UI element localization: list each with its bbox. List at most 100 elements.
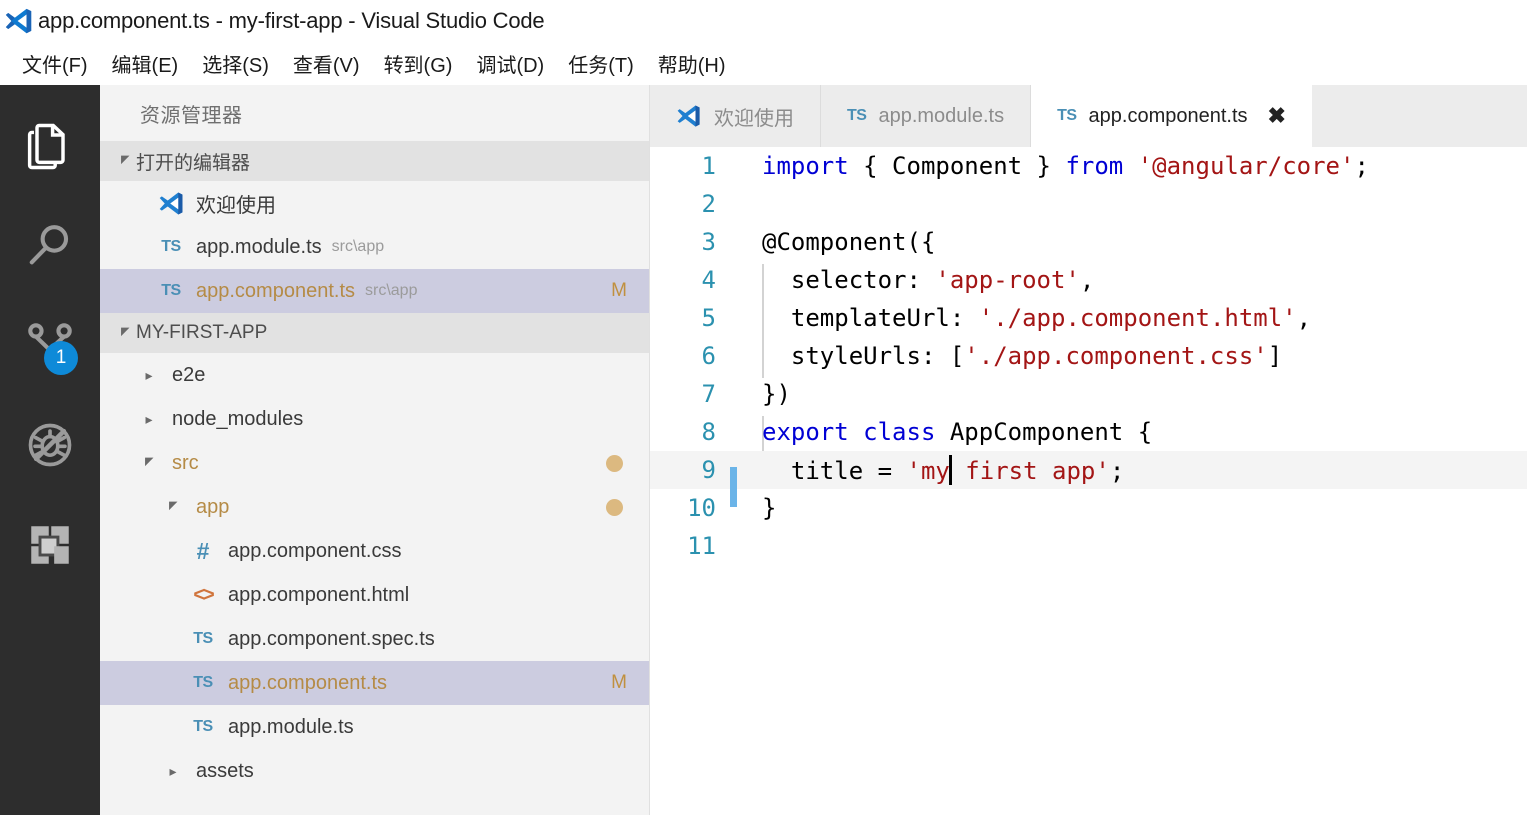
tree-item-label: app.component.spec.ts — [228, 627, 435, 650]
line-number: 9 — [701, 456, 716, 484]
line-number: 8 — [701, 418, 716, 446]
open-editor-label: 欢迎使用 — [196, 194, 276, 217]
activity-item-search[interactable] — [0, 197, 100, 297]
tree-item-app-component-ts[interactable]: TS app.component.ts M — [100, 661, 649, 705]
menu-bar: 文件(F) 编辑(E) 选择(S) 查看(V) 转到(G) 调试(D) 任务(T… — [0, 41, 1527, 85]
tab-welcome[interactable]: 欢迎使用 — [650, 85, 821, 147]
close-icon[interactable]: ✖ — [1268, 105, 1286, 127]
search-magnifier-icon — [24, 219, 76, 276]
menu-go[interactable]: 转到(G) — [372, 47, 465, 80]
tree-item-app-component-css[interactable]: # app.component.css — [100, 529, 649, 573]
code-line: 7 }) — [650, 375, 1527, 413]
chevron-down-icon — [114, 327, 136, 340]
tree-item-app-component-spec-ts[interactable]: TS app.component.spec.ts — [100, 617, 649, 661]
section-open-editors[interactable]: 打开的编辑器 — [100, 141, 649, 181]
line-number: 1 — [701, 152, 716, 180]
token-string: './app.component.css' — [964, 342, 1268, 370]
tree-item-node-modules[interactable]: node_modules — [100, 397, 649, 441]
menu-debug[interactable]: 调试(D) — [464, 47, 556, 80]
html-file-icon: <> — [193, 583, 214, 606]
tree-item-label: app.module.ts — [228, 715, 354, 738]
open-editor-path: src\app — [365, 282, 418, 299]
tree-item-app-component-html[interactable]: <> app.component.html — [100, 573, 649, 617]
token-plain: templateUrl: — [762, 304, 979, 332]
code-line: 3 @Component({ — [650, 223, 1527, 261]
tree-item-src[interactable]: src — [100, 441, 649, 485]
chevron-down-icon — [162, 501, 184, 514]
token-plain: , — [1296, 304, 1312, 332]
line-number: 6 — [701, 342, 716, 370]
menu-view[interactable]: 查看(V) — [281, 47, 372, 80]
code-line: 2 — [650, 185, 1527, 223]
token-string: '@angular/core' — [1137, 152, 1355, 180]
line-number: 10 — [687, 494, 716, 522]
files-explorer-icon — [24, 119, 76, 176]
token-string: first app' — [950, 457, 1110, 485]
code-text: import { Component } from '@angular/core… — [740, 152, 1527, 180]
tab-label: app.component.ts — [1088, 104, 1248, 127]
activity-item-explorer[interactable] — [0, 97, 100, 197]
chevron-right-icon — [162, 763, 184, 780]
vscode-logo-icon — [676, 103, 702, 129]
activity-bar: 1 — [0, 85, 100, 815]
tree-item-app[interactable]: app — [100, 485, 649, 529]
tree-item-label: assets — [196, 759, 254, 782]
tab-app-component-ts[interactable]: TS app.component.ts ✖ — [1031, 85, 1312, 147]
code-text: templateUrl: './app.component.html', — [740, 304, 1527, 332]
window-title: app.component.ts - my-first-app - Visual… — [38, 7, 545, 33]
ts-file-icon: TS — [161, 282, 181, 299]
vscode-logo-icon — [154, 190, 188, 217]
tab-label: app.module.ts — [878, 104, 1005, 127]
code-line: 1 import { Component } from '@angular/co… — [650, 147, 1527, 185]
modified-dot-icon — [606, 498, 623, 516]
tree-item-app-module-ts[interactable]: TS app.module.ts — [100, 705, 649, 749]
line-number: 4 — [701, 266, 716, 294]
code-editor[interactable]: 1 import { Component } from '@angular/co… — [650, 147, 1527, 815]
status-badge: M — [611, 280, 627, 301]
css-file-icon: # — [196, 537, 210, 564]
token-keyword: class — [863, 418, 936, 446]
activity-item-source-control[interactable]: 1 — [0, 297, 100, 397]
line-number: 11 — [687, 532, 716, 560]
ts-file-icon: TS — [161, 238, 181, 255]
code-line: 5 templateUrl: './app.component.html', — [650, 299, 1527, 337]
line-number: 2 — [701, 190, 716, 218]
chevron-down-icon — [114, 155, 136, 168]
token-string: 'app-root' — [935, 266, 1080, 294]
token-plain: ; — [1354, 152, 1369, 180]
code-text: selector: 'app-root', — [740, 266, 1527, 294]
section-open-editors-label: 打开的编辑器 — [136, 152, 251, 174]
tree-item-label: app — [196, 495, 230, 518]
tree-item-e2e[interactable]: e2e — [100, 353, 649, 397]
line-number: 3 — [701, 228, 716, 256]
open-editor-item-app-module[interactable]: TS app.module.ts src\app — [100, 225, 649, 269]
menu-edit[interactable]: 编辑(E) — [100, 47, 191, 80]
activity-item-debug[interactable] — [0, 397, 100, 497]
menu-tasks[interactable]: 任务(T) — [556, 47, 646, 80]
token-plain: AppComponent { — [935, 418, 1153, 446]
token-string: 'my — [906, 457, 950, 485]
open-editor-item-app-component[interactable]: TS app.component.ts src\app M — [100, 269, 649, 313]
open-editor-path: src\app — [331, 238, 385, 255]
section-folder-label: MY-FIRST-APP — [136, 322, 268, 343]
code-line-current: 9 title = 'my first app'; — [650, 451, 1527, 507]
token-keyword: from — [1065, 152, 1124, 180]
tree-item-assets[interactable]: assets — [100, 749, 649, 793]
debug-bug-icon — [24, 419, 76, 476]
token-plain: , — [1079, 266, 1095, 294]
token-string: './app.component.html' — [978, 304, 1297, 332]
token-plain: ] — [1267, 342, 1283, 370]
code-line: 4 selector: 'app-root', — [650, 261, 1527, 299]
activity-item-extensions[interactable] — [0, 497, 100, 597]
code-line: 10 } — [650, 489, 1527, 527]
open-editor-item-welcome[interactable]: 欢迎使用 — [100, 181, 649, 225]
section-folder-root[interactable]: MY-FIRST-APP — [100, 313, 649, 353]
code-text: } — [762, 494, 777, 522]
menu-help[interactable]: 帮助(H) — [646, 47, 738, 80]
menu-file[interactable]: 文件(F) — [10, 47, 100, 80]
tab-app-module-ts[interactable]: TS app.module.ts — [821, 85, 1032, 147]
editor-tab-bar: 欢迎使用 TS app.module.ts TS app.component.t… — [650, 85, 1527, 147]
tab-label: 欢迎使用 — [714, 107, 794, 130]
menu-selection[interactable]: 选择(S) — [190, 47, 281, 80]
